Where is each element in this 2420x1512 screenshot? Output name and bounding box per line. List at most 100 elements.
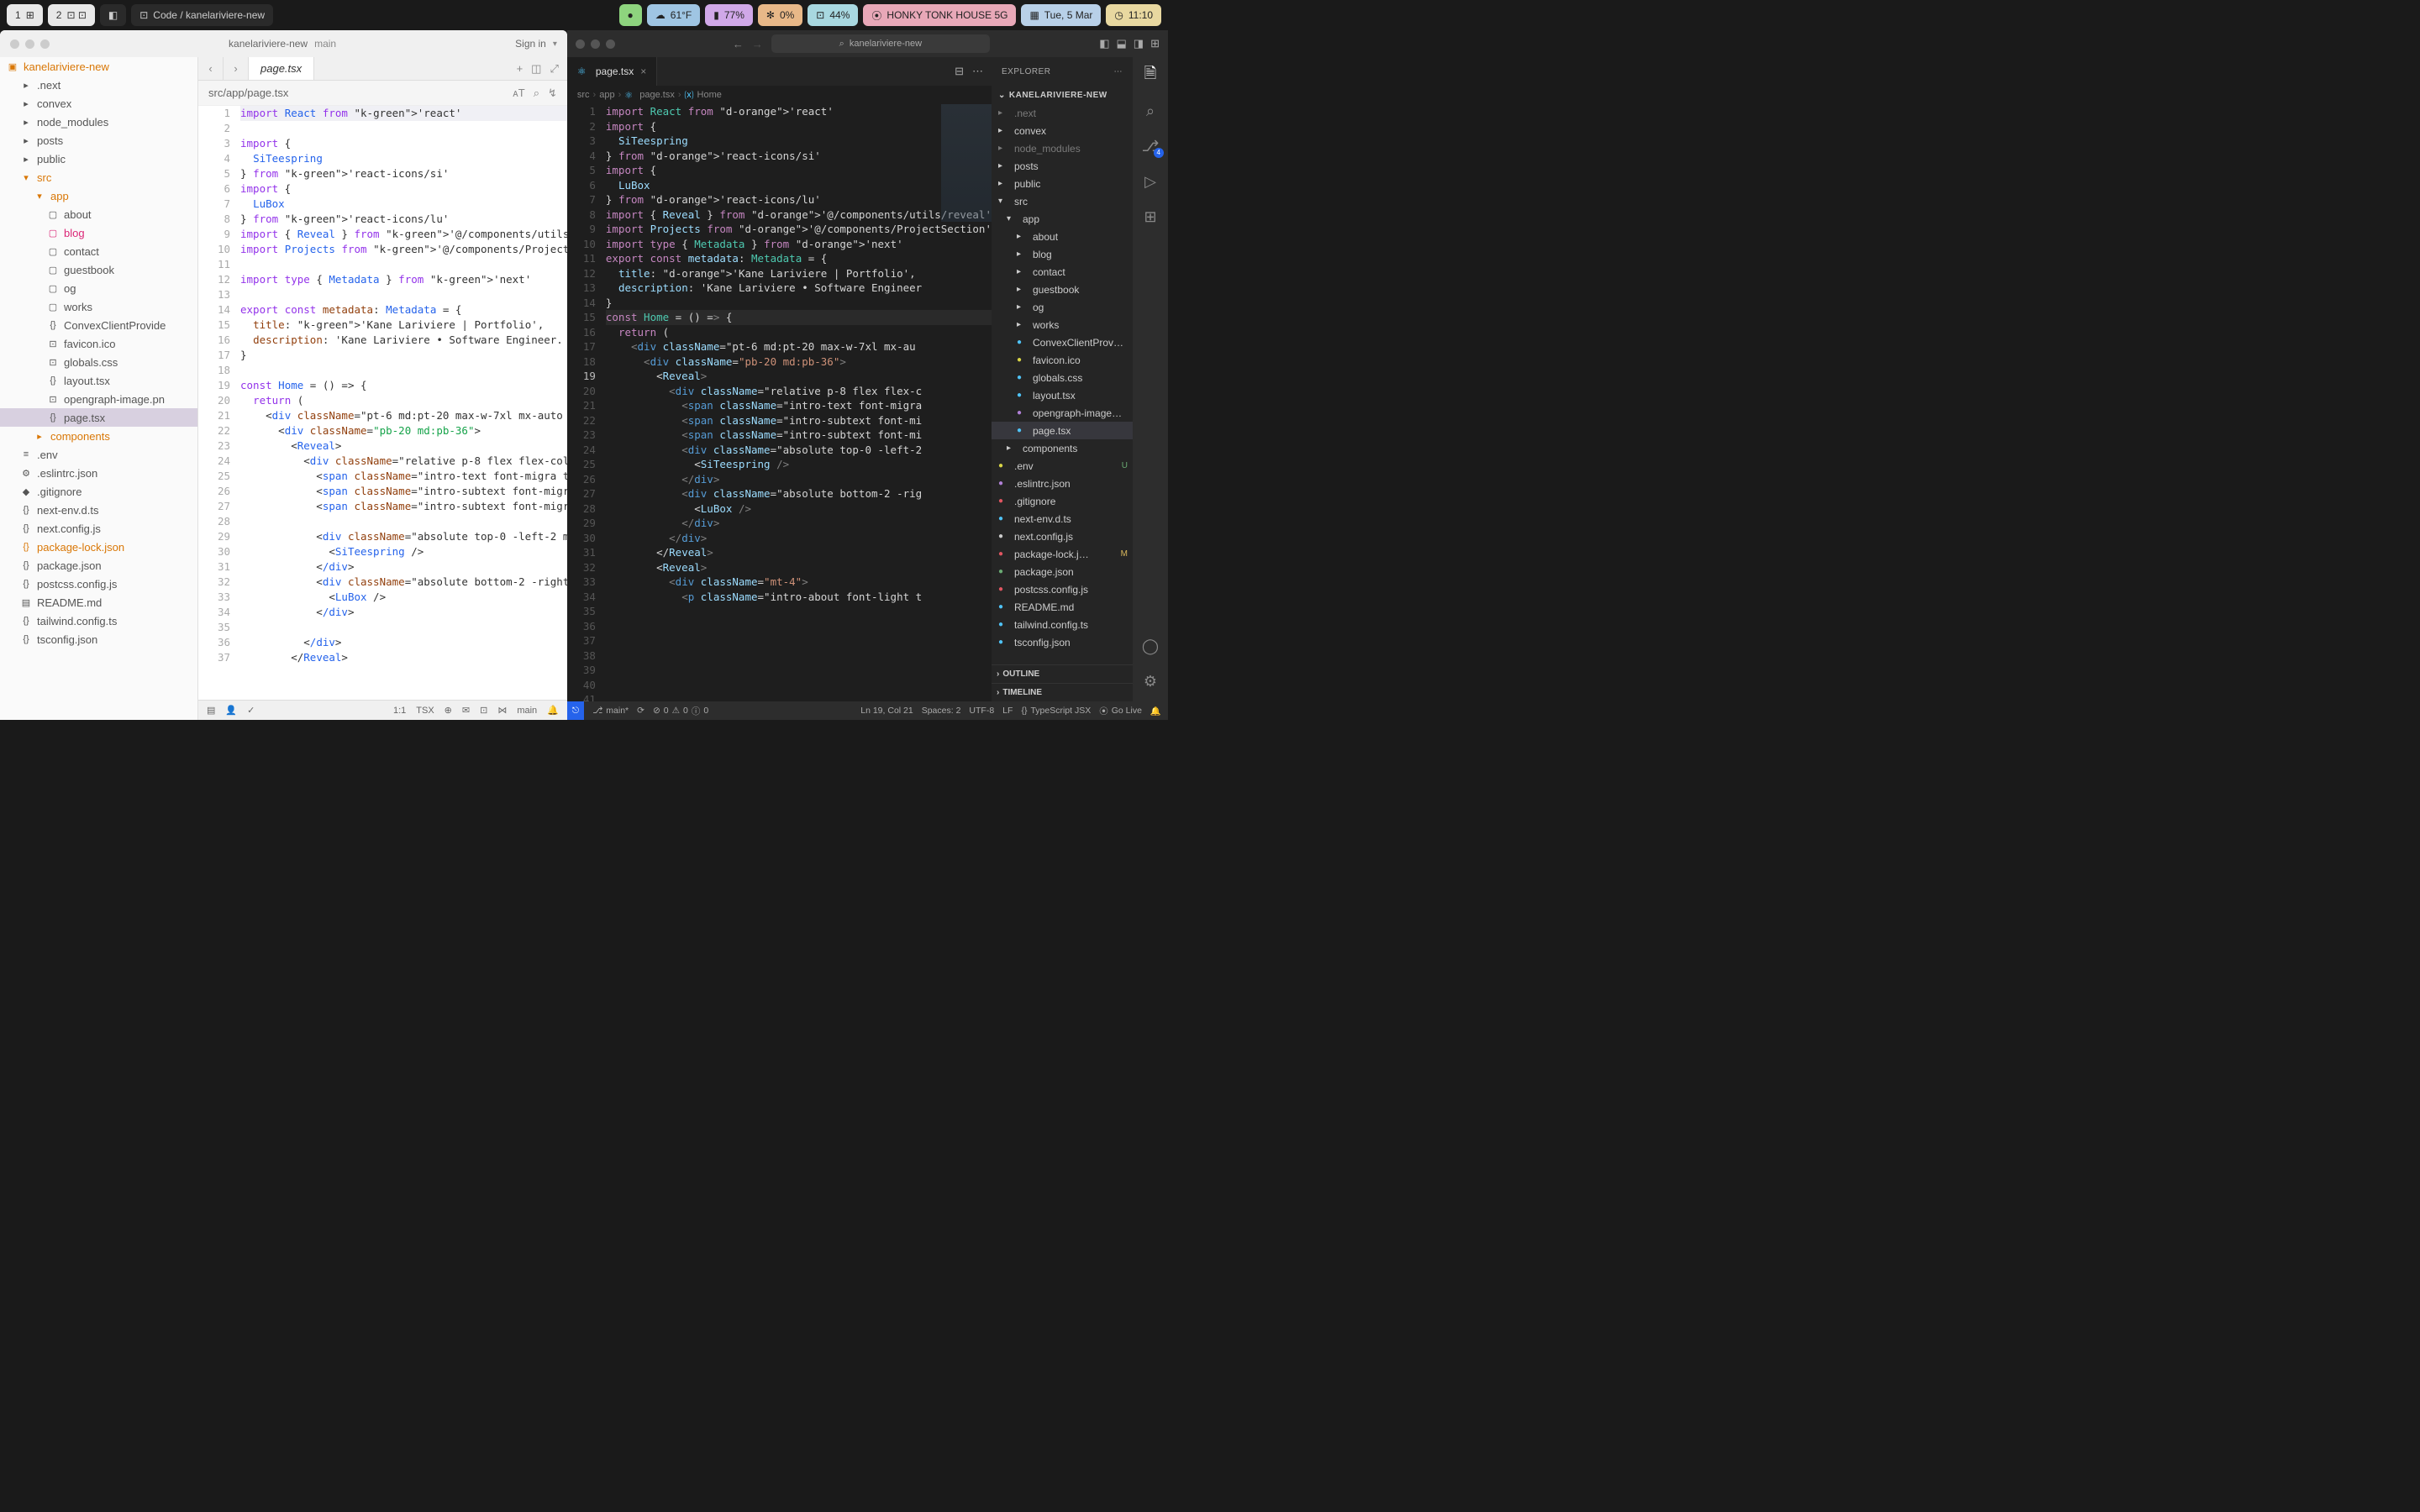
tree-item[interactable]: ▸.next xyxy=(992,104,1133,122)
battery-pill[interactable]: ▮ 77% xyxy=(705,4,753,26)
timeline-section[interactable]: ›TIMELINE xyxy=(992,683,1133,701)
tree-item[interactable]: ▢works xyxy=(0,297,197,316)
tree-item[interactable]: ●.gitignore xyxy=(992,492,1133,510)
close-icon[interactable] xyxy=(10,39,19,49)
tree-item[interactable]: ▢og xyxy=(0,279,197,297)
status-dot[interactable]: ● xyxy=(619,4,642,26)
tree-item[interactable]: ◆.gitignore xyxy=(0,482,197,501)
tree-item[interactable]: ▸public xyxy=(0,150,197,168)
language-mode[interactable]: TSX xyxy=(416,706,434,716)
tree-item[interactable]: ⊡globals.css xyxy=(0,353,197,371)
search-icon[interactable]: ⌕ xyxy=(1140,101,1160,121)
tree-item[interactable]: ▸components xyxy=(0,427,197,445)
cursor-position[interactable]: Ln 19, Col 21 xyxy=(860,706,913,716)
tree-item[interactable]: ●README.md xyxy=(992,598,1133,616)
date-pill[interactable]: ▦ Tue, 5 Mar xyxy=(1021,4,1101,26)
eol-status[interactable]: LF xyxy=(1002,706,1013,716)
time-pill[interactable]: ◷ 11:10 xyxy=(1106,4,1161,26)
tree-item[interactable]: {}tailwind.config.ts xyxy=(0,612,197,630)
tree-item[interactable]: ▸convex xyxy=(992,122,1133,139)
bell-icon[interactable]: 🔔 xyxy=(1150,706,1161,717)
language-status[interactable]: {} TypeScript JSX xyxy=(1021,706,1091,716)
minimize-icon[interactable] xyxy=(591,39,600,49)
status-icon-3[interactable]: ⊡ xyxy=(480,705,487,716)
tree-item[interactable]: ●page.tsx xyxy=(992,422,1133,439)
check-icon[interactable]: ✓ xyxy=(247,705,255,716)
tree-item[interactable]: {}package-lock.json xyxy=(0,538,197,556)
zoom-icon[interactable] xyxy=(40,39,50,49)
chevron-down-icon[interactable]: ▾ xyxy=(553,39,557,49)
right-file-tree[interactable]: ▸.next▸convex▸node_modules▸posts▸public▾… xyxy=(992,104,1133,664)
tree-root[interactable]: ▣kanelariviere-new xyxy=(0,57,197,76)
status-icon-2[interactable]: ✉ xyxy=(462,705,470,716)
tree-item[interactable]: ▸works xyxy=(992,316,1133,333)
remote-button[interactable]: ⎋ xyxy=(567,701,584,720)
zoom-icon[interactable] xyxy=(606,39,615,49)
tree-item[interactable]: ●.envU xyxy=(992,457,1133,475)
go-live-button[interactable]: ⦿ Go Live xyxy=(1099,705,1142,717)
debug-icon[interactable]: ▷ xyxy=(1140,171,1160,192)
tree-item[interactable]: ▢guestbook xyxy=(0,260,197,279)
more-icon[interactable]: ⋯ xyxy=(972,65,983,78)
tree-item[interactable]: ▾src xyxy=(0,168,197,186)
wifi-pill[interactable]: ⦿ HONKY TONK HOUSE 5G xyxy=(863,4,1016,26)
layout-right-icon[interactable]: ◨ xyxy=(1134,37,1144,50)
extensions-icon[interactable]: ⊞ xyxy=(1140,207,1160,227)
account-icon[interactable]: ◯ xyxy=(1140,636,1160,656)
sign-in-link[interactable]: Sign in xyxy=(515,38,546,50)
history-forward-icon[interactable]: → xyxy=(752,38,763,50)
branch-status[interactable]: ⎇ main* xyxy=(592,706,629,716)
tree-item[interactable]: {}package.json xyxy=(0,556,197,575)
tree-item[interactable]: ●next-env.d.ts xyxy=(992,510,1133,528)
tree-item[interactable]: ▸og xyxy=(992,298,1133,316)
close-icon[interactable] xyxy=(576,39,585,49)
tree-item[interactable]: ●globals.css xyxy=(992,369,1133,386)
tree-item[interactable]: ⊡opengraph-image.pn xyxy=(0,390,197,408)
bell-icon[interactable]: 🔔 xyxy=(547,705,559,716)
tree-item[interactable]: ▾src xyxy=(992,192,1133,210)
search-icon[interactable]: ⌕ xyxy=(534,87,539,100)
expand-icon[interactable]: ⤢ xyxy=(550,62,558,76)
tree-item[interactable]: {}page.tsx xyxy=(0,408,197,427)
nav-back-icon[interactable]: ‹ xyxy=(198,57,224,80)
tree-item[interactable]: ▸posts xyxy=(992,157,1133,175)
tree-item[interactable]: ▤README.md xyxy=(0,593,197,612)
tree-item[interactable]: ⊡favicon.ico xyxy=(0,334,197,353)
right-breadcrumb[interactable]: src› app› ⚛page.tsx› ⒳Home xyxy=(567,86,992,104)
tree-item[interactable]: ▸convex xyxy=(0,94,197,113)
tree-item[interactable]: ●package-lock.j…M xyxy=(992,545,1133,563)
nav-forward-icon[interactable]: › xyxy=(224,57,249,80)
tree-item[interactable]: ▸blog xyxy=(992,245,1133,263)
weather-pill[interactable]: ☁ 61°F xyxy=(647,4,700,26)
left-code-editor[interactable]: 1234567891011121314151617181920212223242… xyxy=(198,106,567,700)
tree-item[interactable]: {}tsconfig.json xyxy=(0,630,197,648)
status-icon-1[interactable]: ⊕ xyxy=(445,705,452,716)
tree-item[interactable]: {}next-env.d.ts xyxy=(0,501,197,519)
right-code-editor[interactable]: 1234567891011121314151617181920212223242… xyxy=(567,104,992,701)
explorer-project[interactable]: ⌄ KANELARIVIERE-NEW xyxy=(992,86,1133,104)
user-icon[interactable]: 👤 xyxy=(225,705,237,716)
explorer-more-icon[interactable]: ⋯ xyxy=(1114,67,1123,76)
minimize-icon[interactable] xyxy=(25,39,34,49)
split-icon[interactable]: ◫ xyxy=(531,62,541,76)
tree-item[interactable]: ●ConvexClientProv… xyxy=(992,333,1133,351)
source-control-icon[interactable]: ⎇4 xyxy=(1140,136,1160,156)
gear-icon[interactable]: ⚙ xyxy=(1140,671,1160,691)
memory-pill[interactable]: ⊡ 44% xyxy=(808,4,858,26)
branch-status[interactable]: main xyxy=(517,706,537,716)
active-tab[interactable]: ⚛ page.tsx × xyxy=(567,57,657,86)
tree-item[interactable]: ●next.config.js xyxy=(992,528,1133,545)
indent-status[interactable]: Spaces: 2 xyxy=(922,706,961,716)
tree-item[interactable]: ●favicon.ico xyxy=(992,351,1133,369)
tree-item[interactable]: ▸about xyxy=(992,228,1133,245)
tree-item[interactable]: ▸posts xyxy=(0,131,197,150)
tree-item[interactable]: ▢blog xyxy=(0,223,197,242)
app-title[interactable]: ⊡ Code / kanelariviere-new xyxy=(131,4,273,26)
app-icon-1[interactable]: ◧ xyxy=(100,4,126,26)
tree-item[interactable]: ●tailwind.config.ts xyxy=(992,616,1133,633)
cursor-position[interactable]: 1:1 xyxy=(393,706,406,716)
tree-item[interactable]: ●postcss.config.js xyxy=(992,580,1133,598)
tree-item[interactable]: {}next.config.js xyxy=(0,519,197,538)
tree-item[interactable]: {}postcss.config.js xyxy=(0,575,197,593)
sync-icon[interactable]: ⟳ xyxy=(637,706,644,716)
